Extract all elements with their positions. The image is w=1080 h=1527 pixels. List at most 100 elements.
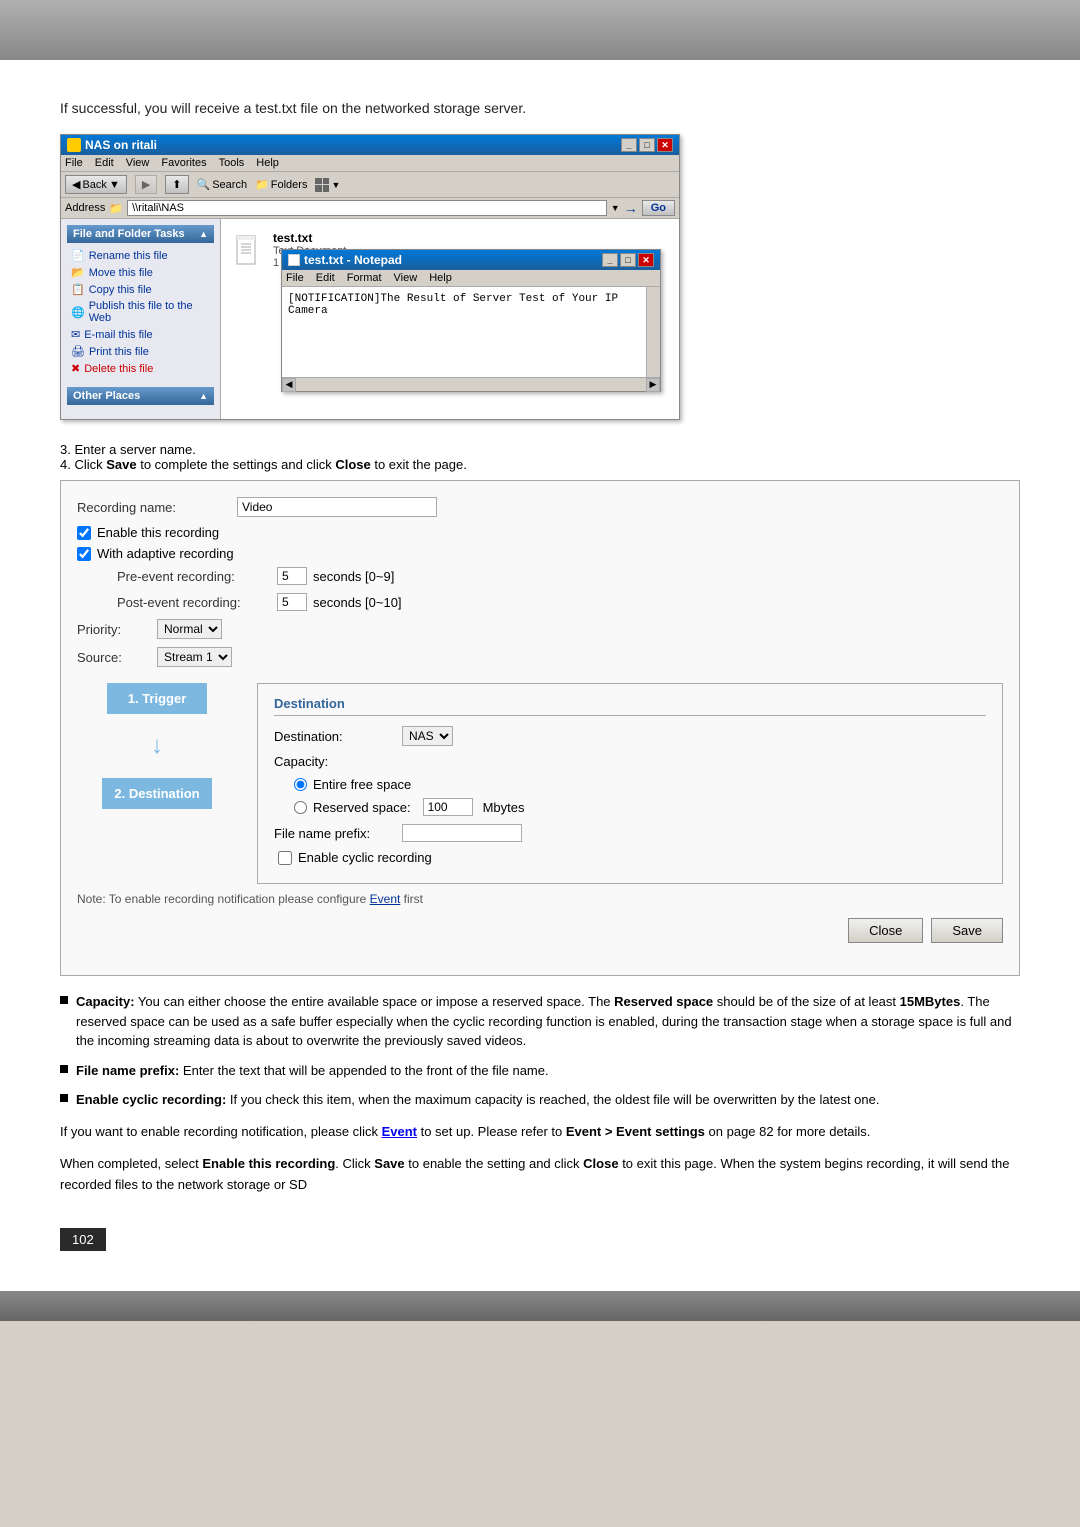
priority-row: Priority: Normal [77,619,1003,639]
address-dropdown-icon: ▼ [611,203,620,213]
notepad-scrollbar-h[interactable]: ◀ ▶ [282,377,660,391]
notepad-menubar: File Edit Format View Help [282,270,660,287]
reserved-space-radio[interactable] [294,801,307,814]
bullet-capacity-bold: Capacity: [76,994,135,1009]
explorer-menu-favorites[interactable]: Favorites [161,157,206,169]
notepad-scrollbar-v[interactable] [646,287,660,377]
explorer-back-button[interactable]: ◀ Back ▼ [65,175,127,194]
explorer-close-button[interactable]: ✕ [657,138,673,152]
sidebar-rename-file[interactable]: 📄 Rename this file [67,247,214,264]
notepad-minimize-button[interactable]: _ [602,253,618,267]
file-icon [233,234,265,266]
address-folder-icon: 📁 [109,202,123,215]
file-folder-tasks-chevron[interactable]: ▲ [199,229,208,239]
explorer-sidebar: File and Folder Tasks ▲ 📄 Rename this fi… [61,219,221,419]
address-input[interactable] [127,200,607,216]
pre-event-input[interactable] [277,567,307,585]
notepad-menu-help[interactable]: Help [429,272,452,284]
sidebar-publish-file[interactable]: 🌐 Publish this file to the Web [67,298,214,326]
bullet-icon-1 [60,996,68,1004]
other-places-section: Other Places ▲ [67,387,214,405]
notepad-maximize-button[interactable]: □ [620,253,636,267]
step4-close-bold: Close [335,457,370,472]
sidebar-copy-file[interactable]: 📋 Copy this file [67,281,214,298]
sidebar-delete-label: Delete this file [84,363,153,375]
explorer-menu-view[interactable]: View [126,157,150,169]
sidebar-move-file[interactable]: 📂 Move this file [67,264,214,281]
event-link-2[interactable]: Event [382,1124,417,1139]
notepad-close-button[interactable]: ✕ [638,253,654,267]
recording-name-input[interactable] [237,497,437,517]
trigger-number: 1. [128,691,139,706]
cyclic-bold: Enable cyclic recording: [76,1092,226,1107]
entire-free-row: Entire free space [294,777,986,792]
recording-form: Recording name: Enable this recording Wi… [60,480,1020,976]
sidebar-delete-file[interactable]: ✖ Delete this file [67,360,214,377]
notepad-menu-view[interactable]: View [394,272,418,284]
explorer-menu-file[interactable]: File [65,157,83,169]
sidebar-print-file[interactable]: 🖨 Print this file [67,343,214,360]
publish-icon: 🌐 [71,306,85,319]
destination-label: Destination [129,786,200,801]
explorer-forward-button[interactable]: ▶ [135,175,157,194]
entire-free-radio[interactable] [294,778,307,791]
explorer-minimize-button[interactable]: _ [621,138,637,152]
post-event-unit: seconds [0~10] [313,595,402,610]
explorer-back-label: Back [82,179,106,191]
priority-label: Priority: [77,622,157,637]
post-event-input[interactable] [277,593,307,611]
bullet-file-prefix-text: File name prefix: Enter the text that wi… [76,1061,1020,1081]
notepad-titlebar: test.txt - Notepad _ □ ✕ [282,250,660,270]
file-prefix-input[interactable] [402,824,522,842]
notepad-menu-format[interactable]: Format [347,272,382,284]
source-select[interactable]: Stream 1 [157,647,232,667]
explorer-maximize-button[interactable]: □ [639,138,655,152]
explorer-body: File and Folder Tasks ▲ 📄 Rename this fi… [61,219,679,419]
enable-recording-checkbox[interactable] [77,526,91,540]
reserved-space-bold: Reserved space [614,994,713,1009]
address-label: Address [65,202,105,214]
explorer-search-button[interactable]: 🔍 Search [197,178,248,191]
reserved-space-input[interactable] [423,798,473,816]
event-settings-bold: Event > Event settings [566,1124,705,1139]
save-button[interactable]: Save [931,918,1003,943]
pre-event-unit: seconds [0~9] [313,569,394,584]
explorer-titlebar: NAS on ritali _ □ ✕ [61,135,679,155]
adaptive-recording-checkbox[interactable] [77,547,91,561]
other-places-chevron[interactable]: ▲ [199,391,208,401]
notepad-window: test.txt - Notepad _ □ ✕ File Edit Forma… [281,249,661,392]
explorer-title: NAS on ritali [85,138,157,152]
recording-name-label: Recording name: [77,500,237,515]
reserved-space-label: Reserved space: [313,800,411,815]
15mb-bold: 15MBytes [900,994,961,1009]
step4-text: 4. Click Save to complete the settings a… [60,457,1020,472]
dest-type-row: Destination: NAS [274,726,986,746]
explorer-view-icons[interactable]: ▼ [315,178,340,192]
explorer-up-button[interactable]: ⬆ [165,175,188,194]
cyclic-recording-checkbox[interactable] [278,851,292,865]
explorer-folders-label: Folders [271,179,308,191]
address-go-button[interactable]: Go [642,200,675,216]
two-col-layout: 1. Trigger ↓ 2. Destination Destination … [77,683,1003,884]
notepad-controls[interactable]: _ □ ✕ [602,253,654,267]
cyclic-recording-row: Enable cyclic recording [278,850,986,865]
explorer-menu-edit[interactable]: Edit [95,157,114,169]
cyclic-recording-label: Enable cyclic recording [298,850,432,865]
event-link[interactable]: Event [370,892,401,906]
priority-select[interactable]: Normal [157,619,222,639]
notepad-menu-file[interactable]: File [286,272,304,284]
explorer-window-controls[interactable]: _ □ ✕ [621,138,673,152]
destination-panel-title: Destination [274,696,986,716]
close-button[interactable]: Close [848,918,923,943]
explorer-menu-tools[interactable]: Tools [219,157,245,169]
sidebar-email-file[interactable]: ✉ E-mail this file [67,326,214,343]
explorer-main: test.txt Text Document 1 kB test.txt - N… [221,219,679,419]
explorer-menu-help[interactable]: Help [256,157,279,169]
page-number: 102 [60,1228,106,1251]
notepad-menu-edit[interactable]: Edit [316,272,335,284]
explorer-folders-button[interactable]: 📁 Folders [255,178,307,191]
dest-type-select[interactable]: NAS [402,726,453,746]
source-row: Source: Stream 1 [77,647,1003,667]
file-folder-tasks-section: File and Folder Tasks ▲ [67,225,214,243]
notepad-content[interactable]: [NOTIFICATION]The Result of Server Test … [282,287,660,377]
